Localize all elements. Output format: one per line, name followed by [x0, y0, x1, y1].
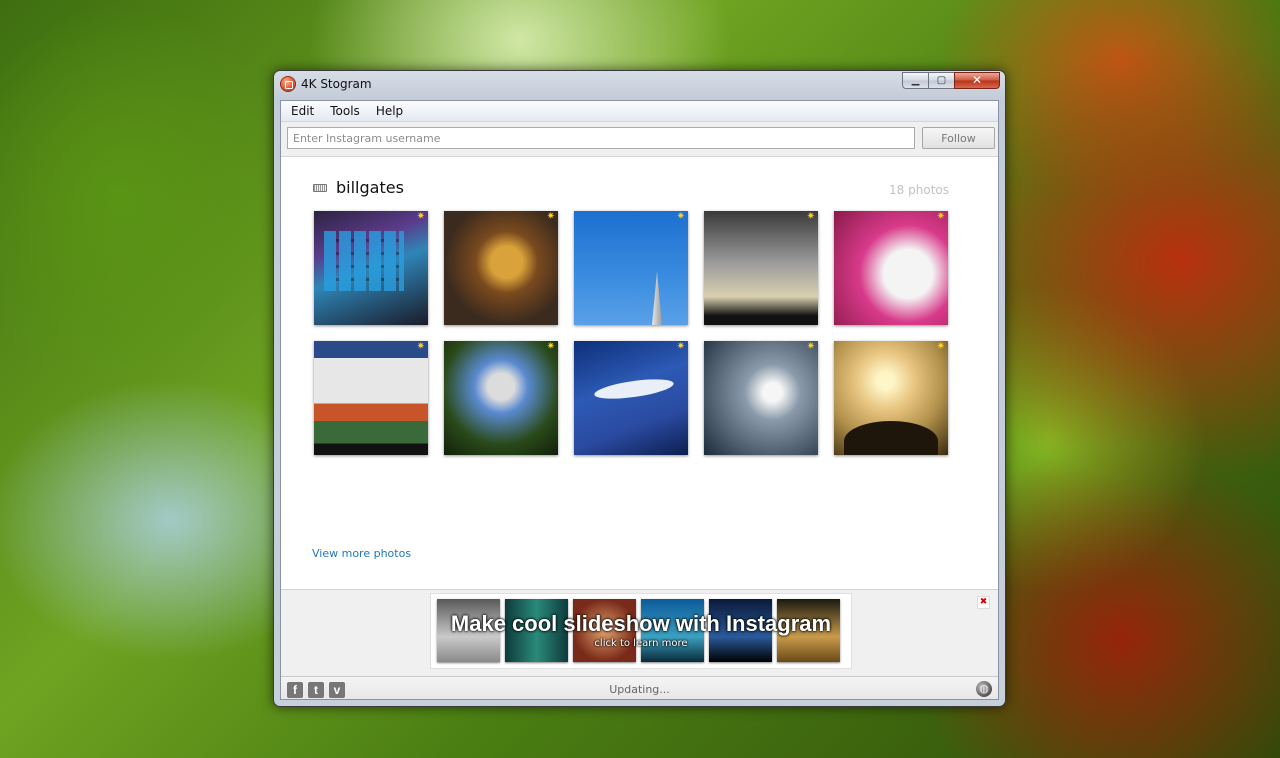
menu-edit[interactable]: Edit	[283, 104, 322, 118]
menu-help[interactable]: Help	[368, 104, 411, 118]
menu-tools[interactable]: Tools	[322, 104, 368, 118]
profile-username: billgates	[336, 178, 404, 197]
star-icon: ✷	[806, 341, 815, 352]
app-logo-icon	[281, 77, 295, 91]
photo-grid: ✷ ✷ ✷ ✷ ✷ ✷ ✷ ✷ ✷ ✷	[314, 211, 949, 455]
photo-thumbnail[interactable]: ✷	[444, 211, 558, 325]
window-title: 4K Stogram	[301, 77, 372, 91]
search-bar: Follow	[281, 122, 998, 157]
photo-thumbnail[interactable]: ✷	[834, 341, 948, 455]
star-icon: ✷	[676, 341, 685, 352]
status-bar: f t v Updating... ◍	[281, 676, 998, 699]
photo-feed: billgates 18 photos ✷ ✷ ✷ ✷ ✷ ✷ ✷ ✷ ✷ ✷ …	[281, 157, 998, 589]
photo-thumbnail[interactable]: ✷	[834, 211, 948, 325]
maximize-button[interactable]: ▢	[928, 72, 954, 89]
star-icon: ✷	[416, 211, 425, 222]
ad-close-icon[interactable]: ✖	[977, 596, 990, 609]
user-icon	[313, 184, 327, 192]
photo-thumbnail[interactable]: ✷	[704, 341, 818, 455]
app-window: 4K Stogram ▁ ▢ ✕ Edit Tools Help Follow …	[273, 70, 1006, 707]
status-text: Updating...	[609, 683, 670, 696]
photo-count: 18 photos	[889, 183, 949, 197]
menu-bar: Edit Tools Help	[281, 101, 998, 122]
ad-subtext: click to learn more	[594, 638, 688, 649]
client-area: Edit Tools Help Follow billgates 18 phot…	[280, 100, 999, 700]
slideshow-ad-banner[interactable]: Make cool slideshow with Instagram click…	[431, 594, 851, 668]
star-icon: ✷	[936, 341, 945, 352]
star-icon: ✷	[676, 211, 685, 222]
photo-thumbnail[interactable]: ✷	[574, 211, 688, 325]
window-controls: ▁ ▢ ✕	[902, 72, 1000, 90]
ad-area: Make cool slideshow with Instagram click…	[281, 589, 998, 676]
star-icon: ✷	[936, 211, 945, 222]
minimize-button[interactable]: ▁	[902, 72, 928, 89]
ad-headline: Make cool slideshow with Instagram	[450, 611, 832, 636]
photo-thumbnail[interactable]: ✷	[574, 341, 688, 455]
title-bar[interactable]: 4K Stogram ▁ ▢ ✕	[274, 71, 1005, 99]
star-icon: ✷	[806, 211, 815, 222]
close-button[interactable]: ✕	[954, 72, 1000, 89]
star-icon: ✷	[416, 341, 425, 352]
photo-thumbnail[interactable]: ✷	[314, 341, 428, 455]
star-icon: ✷	[546, 341, 555, 352]
photo-thumbnail[interactable]: ✷	[704, 211, 818, 325]
globe-icon[interactable]: ◍	[976, 681, 992, 697]
star-icon: ✷	[546, 211, 555, 222]
view-more-link[interactable]: View more photos	[312, 547, 411, 560]
username-input[interactable]	[287, 127, 915, 149]
photo-thumbnail[interactable]: ✷	[444, 341, 558, 455]
photo-thumbnail[interactable]: ✷	[314, 211, 428, 325]
follow-button[interactable]: Follow	[922, 127, 995, 149]
